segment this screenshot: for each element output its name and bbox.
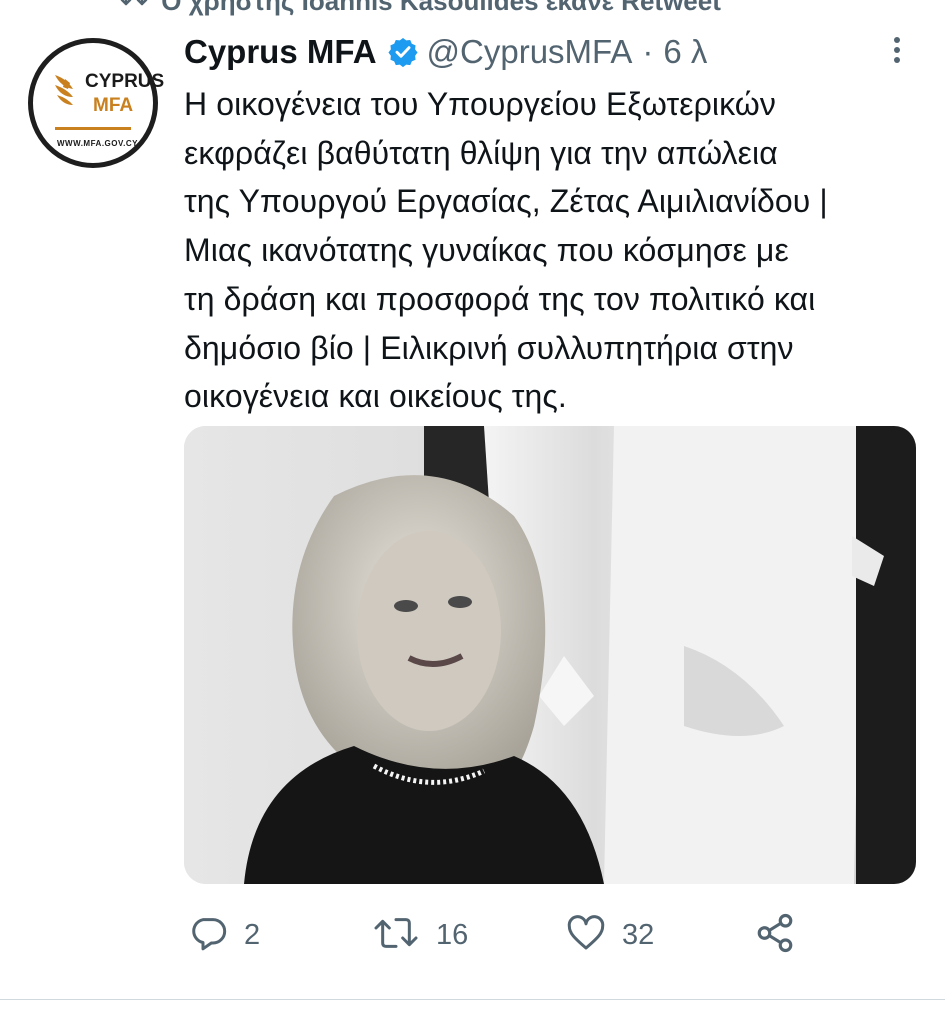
- display-name[interactable]: Cyprus MFA: [184, 33, 377, 71]
- share-button[interactable]: [754, 905, 796, 965]
- logo-text-cyprus: CYPRUS: [85, 71, 165, 92]
- retweet-button[interactable]: 16: [372, 905, 468, 965]
- tweet-photo[interactable]: [184, 426, 916, 884]
- retweet-context[interactable]: Ο χρήστης Ioannis Kasoulides έκανε Retwe…: [120, 0, 721, 17]
- tweet-text-line: δημόσιο βίο | Ειλικρινή συλλυπητήρια στη…: [184, 329, 794, 366]
- logo-url: WWW.MFA.GOV.CY: [57, 139, 138, 148]
- tweet-header: Cyprus MFA @CyprusMFA · 6 λ: [184, 30, 707, 74]
- retweet-context-text: Ο χρήστης Ioannis Kasoulides έκανε Retwe…: [161, 0, 721, 16]
- tweet-text-line: εκφράζει βαθύτατη θλίψη για την απώλεια: [184, 134, 778, 171]
- like-count: 32: [622, 918, 655, 951]
- verified-badge-icon: [387, 36, 419, 68]
- reply-count: 2: [244, 918, 261, 951]
- share-icon: [754, 912, 796, 959]
- tweet-text-line: της Υπουργού Εργασίας, Ζέτας Αιμιλιανίδο…: [184, 183, 828, 220]
- logo-text-mfa: MFA: [93, 95, 134, 116]
- retweet-icon: [120, 0, 154, 17]
- tweet-timestamp[interactable]: 6 λ: [663, 33, 707, 71]
- avatar[interactable]: CYPRUS MFA WWW.MFA.GOV.CY: [28, 38, 164, 168]
- like-icon: [566, 913, 606, 958]
- tweet-text-line: Μιας ικανότατης γυναίκας που κόσμησε με: [184, 232, 789, 269]
- action-bar: 2 16 32: [0, 905, 945, 965]
- tweet-text-line: Η οικογένεια του Υπουργείου Εξωτερικών: [184, 86, 776, 122]
- reply-button[interactable]: 2: [188, 905, 260, 965]
- like-button[interactable]: 32: [566, 905, 654, 965]
- reply-icon: [188, 913, 228, 958]
- tweet-text: Η οικογένεια του Υπουργείου Εξωτερικών ε…: [184, 80, 929, 421]
- separator-dot: ·: [642, 33, 654, 70]
- tweet-text-line: τη δράση και προσφορά της τον πολιτικό κ…: [184, 280, 816, 317]
- user-handle[interactable]: @CyprusMFA: [427, 33, 633, 71]
- retweet-count: 16: [436, 918, 469, 951]
- divider: [0, 999, 945, 1000]
- tweet-text-line: οικογένεια και οικείους της.: [184, 378, 567, 415]
- more-options-icon[interactable]: [885, 34, 909, 70]
- retweet-icon: [372, 913, 420, 958]
- portrait-photo: [184, 426, 916, 884]
